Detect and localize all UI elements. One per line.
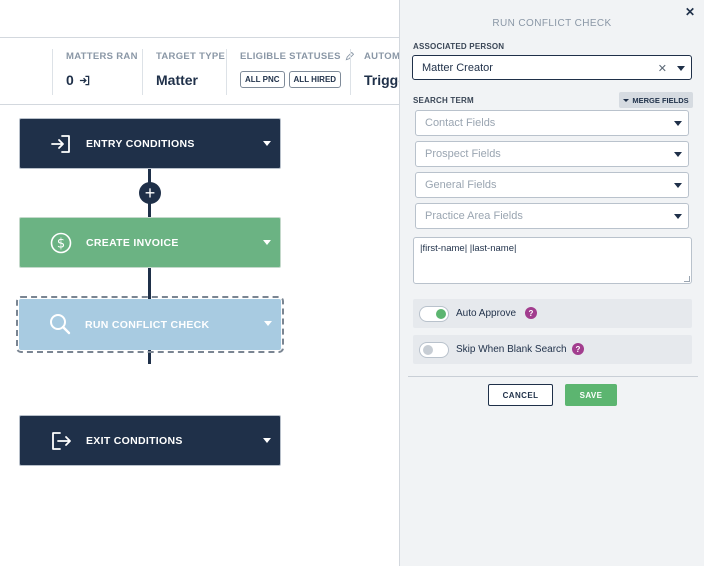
chevron-down-icon[interactable] xyxy=(263,438,271,443)
auto-approve-label: Auto Approve xyxy=(456,308,517,319)
flow-connector xyxy=(148,348,151,364)
associated-person-value: Matter Creator xyxy=(422,61,493,74)
chevron-down-icon[interactable] xyxy=(263,240,271,245)
general-fields-select[interactable]: General Fields xyxy=(415,172,689,198)
search-term-label: SEARCH TERM xyxy=(413,96,474,105)
workflow-node-create-invoice[interactable]: $ CREATE INVOICE xyxy=(19,217,281,268)
auto-approve-toggle[interactable] xyxy=(419,306,449,322)
select-placeholder: General Fields xyxy=(425,179,497,191)
stat-eligible-statuses: ELIGIBLE STATUSES ALL PNC ALL HIRED xyxy=(240,51,354,95)
add-step-button[interactable]: + xyxy=(139,182,161,204)
help-icon[interactable]: ? xyxy=(525,307,537,319)
svg-text:$: $ xyxy=(57,237,65,252)
clear-icon[interactable]: ✕ xyxy=(658,62,667,75)
search-term-textarea[interactable]: |first-name| |last-name| xyxy=(413,237,692,284)
select-placeholder: Prospect Fields xyxy=(425,148,501,160)
help-icon[interactable]: ? xyxy=(572,343,584,355)
target-type-label: TARGET TYPE xyxy=(156,51,226,62)
chevron-down-icon xyxy=(674,214,682,219)
plus-icon: + xyxy=(144,183,156,203)
associated-person-label: ASSOCIATED PERSON xyxy=(413,42,505,51)
chevron-down-icon[interactable] xyxy=(264,321,272,326)
stat-target-type: TARGET TYPE Matter xyxy=(156,51,225,95)
auto-approve-row: Auto Approve ? xyxy=(413,299,692,328)
contact-fields-select[interactable]: Contact Fields xyxy=(415,110,689,136)
target-type-value: Matter xyxy=(156,72,199,88)
workflow-stats: MATTERS RAN 0 TARGET TYPE Matter ELIGIBL… xyxy=(0,39,400,105)
divider xyxy=(408,376,698,377)
select-placeholder: Practice Area Fields xyxy=(425,210,523,222)
practice-area-fields-select[interactable]: Practice Area Fields xyxy=(415,203,689,229)
merge-fields-button[interactable]: MERGE FIELDS xyxy=(619,92,693,108)
skip-when-blank-toggle[interactable] xyxy=(419,342,449,358)
stat-automation: AUTOMA Trigge xyxy=(364,51,400,95)
panel-title: RUN CONFLICT CHECK xyxy=(492,18,612,29)
status-badge: ALL HIRED xyxy=(288,71,342,88)
toggle-knob xyxy=(436,309,446,319)
select-placeholder: Contact Fields xyxy=(425,117,496,129)
node-label: ENTRY CONDITIONS xyxy=(86,137,195,150)
skip-when-blank-label: Skip When Blank Search xyxy=(456,344,567,355)
automation-label: AUTOMA xyxy=(364,51,400,62)
workflow-node-entry-conditions[interactable]: ENTRY CONDITIONS xyxy=(19,118,281,169)
matters-ran-value: 0 xyxy=(66,72,74,88)
chevron-down-icon xyxy=(674,121,682,126)
prospect-fields-select[interactable]: Prospect Fields xyxy=(415,141,689,167)
sign-out-icon xyxy=(52,432,71,450)
status-badge: ALL PNC xyxy=(240,71,285,88)
node-label: EXIT CONDITIONS xyxy=(86,434,183,447)
associated-person-select[interactable]: Matter Creator ✕ xyxy=(412,55,692,80)
matters-ran-label: MATTERS RAN xyxy=(66,51,138,62)
stat-divider xyxy=(52,49,53,95)
search-icon xyxy=(50,314,71,335)
merge-fields-label: MERGE FIELDS xyxy=(632,95,689,105)
top-bar xyxy=(0,0,400,38)
flow-connector xyxy=(148,268,151,299)
sign-in-icon[interactable] xyxy=(79,75,90,86)
stat-divider xyxy=(142,49,143,95)
stat-matters-ran: MATTERS RAN 0 xyxy=(66,51,138,95)
toggle-knob xyxy=(423,345,433,355)
stat-divider xyxy=(226,49,227,95)
chevron-down-icon xyxy=(623,98,630,102)
chevron-down-icon[interactable] xyxy=(263,141,271,146)
workflow-node-run-conflict-check[interactable]: RUN CONFLICT CHECK xyxy=(16,296,284,353)
dollar-circle-icon: $ xyxy=(50,232,72,254)
save-button[interactable]: SAVE xyxy=(565,384,617,406)
step-settings-panel: RUN CONFLICT CHECK ✕ ASSOCIATED PERSON M… xyxy=(399,0,704,566)
sign-in-icon xyxy=(51,135,70,153)
workflow-node-exit-conditions[interactable]: EXIT CONDITIONS xyxy=(19,415,281,466)
cancel-button[interactable]: CANCEL xyxy=(488,384,553,406)
close-icon[interactable]: ✕ xyxy=(685,5,695,19)
automation-value: Trigge xyxy=(364,72,400,88)
chevron-down-icon xyxy=(674,152,682,157)
stat-divider xyxy=(350,49,351,95)
node-label: RUN CONFLICT CHECK xyxy=(85,318,210,331)
eligible-statuses-label: ELIGIBLE STATUSES xyxy=(240,51,341,62)
chevron-down-icon xyxy=(674,183,682,188)
resize-handle[interactable] xyxy=(684,276,690,282)
chevron-down-icon xyxy=(677,66,685,71)
skip-when-blank-row: Skip When Blank Search ? xyxy=(413,335,692,364)
node-label: CREATE INVOICE xyxy=(86,236,179,249)
